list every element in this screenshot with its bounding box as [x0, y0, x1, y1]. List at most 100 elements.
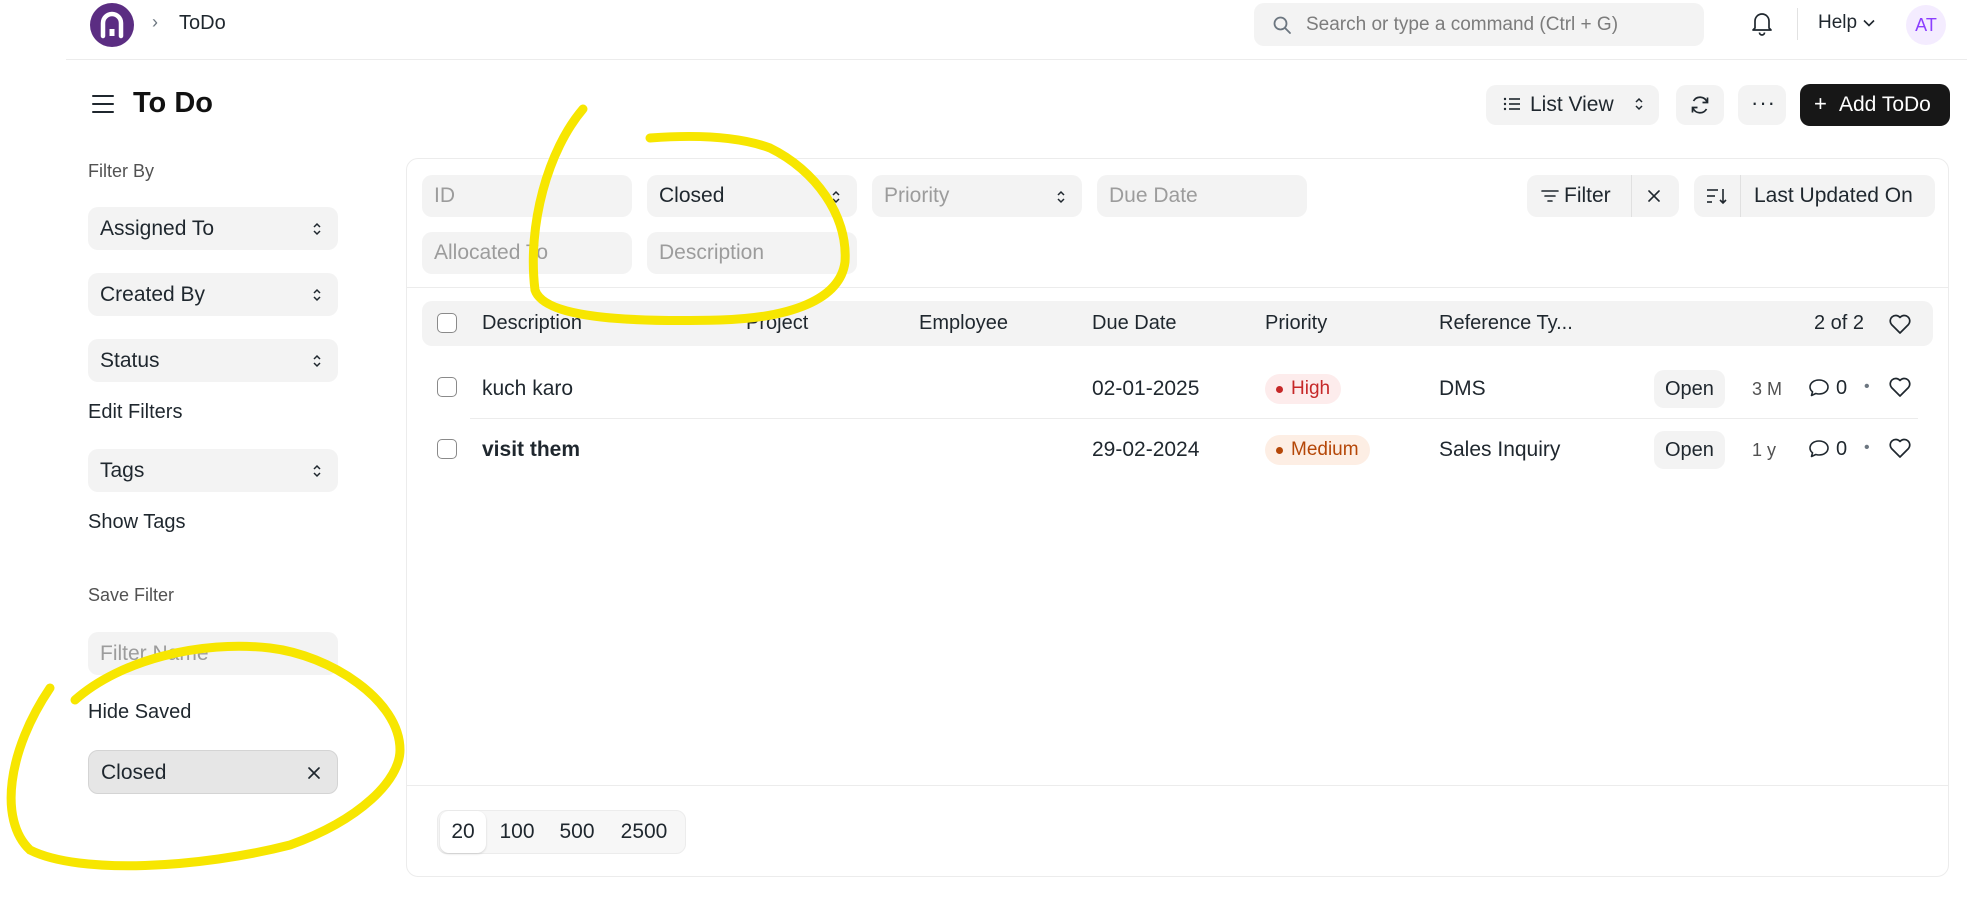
page-size-option[interactable]: 20 — [440, 811, 486, 853]
app-logo[interactable] — [90, 3, 134, 47]
comment-count[interactable]: 0 — [1808, 438, 1847, 461]
sort-order-icon[interactable] — [1706, 187, 1728, 205]
row-modified-time: 1 y — [1752, 440, 1777, 460]
row-count: 2 of 2 — [1814, 312, 1865, 334]
page-size-selector: 20 100 500 2500 — [437, 810, 686, 854]
sidebar-filter-label: Assigned To — [100, 217, 215, 240]
sidebar-filter-tags[interactable]: Tags — [88, 449, 338, 492]
page-size-option[interactable]: 2500 — [608, 811, 680, 853]
id-filter-input[interactable] — [422, 175, 632, 217]
refresh-button[interactable] — [1676, 85, 1724, 125]
row-checkbox[interactable] — [437, 439, 457, 459]
priority-filter-select[interactable]: Priority — [872, 175, 1082, 217]
saved-filter-label: Closed — [101, 761, 167, 784]
select-arrows-icon — [313, 288, 321, 302]
separator-dot: • — [1864, 378, 1870, 395]
select-arrows-icon — [1635, 97, 1643, 111]
like-icon[interactable] — [1888, 437, 1912, 459]
column-header-project[interactable]: Project — [746, 312, 808, 335]
app-logo-icon — [100, 11, 124, 39]
sidebar-filter-status[interactable]: Status — [88, 339, 338, 382]
breadcrumb-chevron-icon: › — [152, 12, 158, 32]
list-icon — [1503, 97, 1520, 111]
column-header-priority[interactable]: Priority — [1265, 312, 1327, 335]
user-avatar[interactable]: AT — [1906, 5, 1946, 45]
sidebar-filter-label: Tags — [100, 459, 145, 482]
column-header-due-date[interactable]: Due Date — [1092, 312, 1177, 335]
saved-filter-closed[interactable]: Closed — [88, 750, 338, 794]
select-arrows-icon — [313, 464, 321, 478]
row-description[interactable]: kuch karo — [482, 377, 573, 401]
status-filter-select[interactable]: Closed — [647, 175, 857, 217]
breadcrumb-todo[interactable]: ToDo — [179, 12, 226, 35]
heart-icon[interactable] — [1888, 313, 1912, 335]
row-reference-type: DMS — [1439, 377, 1486, 400]
add-todo-label: Add ToDo — [1839, 93, 1931, 116]
select-arrows-icon — [313, 222, 321, 236]
row-modified-time: 3 M — [1752, 379, 1783, 399]
close-icon[interactable] — [307, 766, 321, 780]
due-date-filter-input[interactable] — [1097, 175, 1307, 217]
help-dropdown[interactable]: Help — [1818, 12, 1875, 34]
like-icon[interactable] — [1888, 376, 1912, 398]
comment-count-value: 0 — [1836, 438, 1848, 460]
sidebar-filter-label: Created By — [100, 283, 206, 306]
row-description[interactable]: visit them — [482, 438, 580, 462]
priority-badge: Medium — [1265, 435, 1370, 465]
filter-button[interactable]: Filter — [1564, 184, 1611, 208]
row-checkbox[interactable] — [437, 377, 457, 397]
sort-button-group: Last Updated On — [1694, 175, 1935, 217]
priority-badge: High — [1265, 374, 1342, 404]
sort-by-button[interactable]: Last Updated On — [1754, 184, 1913, 208]
list-view-label: List View — [1530, 93, 1614, 116]
row-due-date: 02-01-2025 — [1092, 377, 1200, 400]
show-tags-link[interactable]: Show Tags — [88, 511, 185, 534]
save-filter-label: Save Filter — [88, 585, 175, 605]
sidebar-filter-created-by[interactable]: Created By — [88, 273, 338, 316]
navbar-divider — [1797, 8, 1798, 40]
filter-by-label: Filter By — [88, 161, 155, 181]
filter-button-group: Filter — [1527, 175, 1679, 217]
search-bar[interactable]: Search or type a command (Ctrl + G) — [1254, 3, 1704, 46]
list-view-button[interactable]: List View — [1486, 85, 1659, 125]
notification-bell-icon[interactable] — [1750, 10, 1774, 36]
select-all-checkbox[interactable] — [437, 313, 457, 333]
status-badge: Open — [1654, 370, 1725, 408]
comment-icon — [1809, 440, 1829, 458]
list-panel — [406, 158, 1949, 877]
page-title: To Do — [133, 87, 213, 119]
clear-filters-icon[interactable] — [1647, 189, 1661, 203]
more-actions-button[interactable]: ··· — [1738, 85, 1786, 125]
table-row[interactable]: visit them 29-02-2024 Medium Sales Inqui… — [422, 420, 1933, 480]
ellipsis-icon: ··· — [1751, 90, 1776, 115]
divider — [407, 287, 1948, 288]
chevron-down-icon — [1863, 19, 1875, 27]
allocated-to-filter-input[interactable] — [422, 232, 632, 274]
plus-icon: + — [1814, 91, 1827, 116]
page-size-option[interactable]: 100 — [488, 811, 546, 853]
filter-icon — [1541, 190, 1559, 202]
select-arrows-icon — [313, 354, 321, 368]
column-header-employee[interactable]: Employee — [919, 312, 1008, 335]
table-header: Description Project Employee Due Date Pr… — [422, 301, 1933, 346]
page-size-option[interactable]: 500 — [548, 811, 606, 853]
divider — [1740, 175, 1741, 217]
column-header-description[interactable]: Description — [482, 312, 582, 335]
add-todo-button[interactable]: + Add ToDo — [1800, 84, 1950, 126]
help-label: Help — [1818, 12, 1858, 33]
hide-saved-link[interactable]: Hide Saved — [88, 701, 191, 724]
status-filter-value: Closed — [659, 184, 725, 207]
search-icon — [1273, 16, 1291, 34]
filter-name-input[interactable] — [88, 632, 338, 675]
edit-filters-link[interactable]: Edit Filters — [88, 401, 182, 424]
divider — [1631, 175, 1632, 217]
comment-count[interactable]: 0 — [1808, 377, 1847, 400]
sidebar-filter-assigned-to[interactable]: Assigned To — [88, 207, 338, 250]
row-reference-type: Sales Inquiry — [1439, 438, 1561, 461]
column-header-reference-type[interactable]: Reference Ty... — [1439, 312, 1573, 335]
separator-dot: • — [1864, 439, 1870, 456]
refresh-icon — [1691, 96, 1709, 114]
table-row[interactable]: kuch karo 02-01-2025 High DMS Open 3 M 0… — [422, 359, 1933, 419]
sidebar-toggle-icon[interactable] — [91, 93, 115, 115]
description-filter-input[interactable] — [647, 232, 857, 274]
